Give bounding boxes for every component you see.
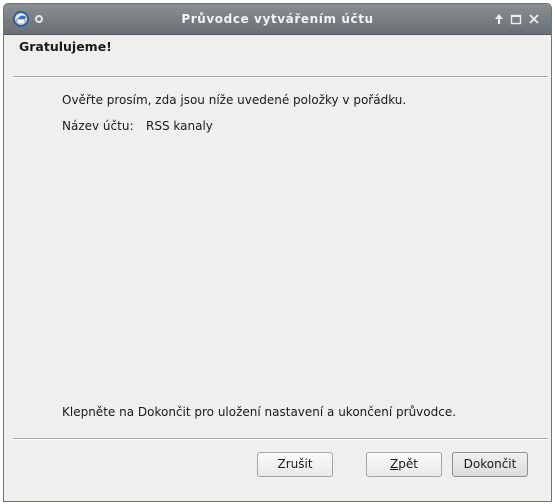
page-title: Gratulujeme! [19,39,112,54]
finish-button[interactable]: Dokončit [452,452,528,477]
window-title: Průvodce vytvářením účtu [181,12,374,26]
cancel-button[interactable]: Zrušit [257,452,333,477]
arrow-up-icon[interactable] [492,12,506,26]
header-divider [13,76,548,78]
account-name-label: Název účtu: [62,119,134,133]
account-name-value: RSS kanaly [146,119,213,133]
back-label: pět [398,457,418,471]
footer-divider [13,438,548,440]
wizard-window: Průvodce vytvářením účtu Gratulujeme! Ov… [3,3,552,502]
maximize-icon[interactable] [509,12,523,26]
back-mnemonic: Z [390,457,399,471]
title-bar[interactable]: Průvodce vytvářením účtu [4,4,551,35]
intro-text: Ověřte prosím, zda jsou níže uvedené pol… [62,93,407,107]
back-button[interactable]: Zpět [366,452,442,477]
close-icon[interactable] [527,12,541,26]
footer-note: Klepněte na Dokončit pro uložení nastave… [62,405,457,419]
